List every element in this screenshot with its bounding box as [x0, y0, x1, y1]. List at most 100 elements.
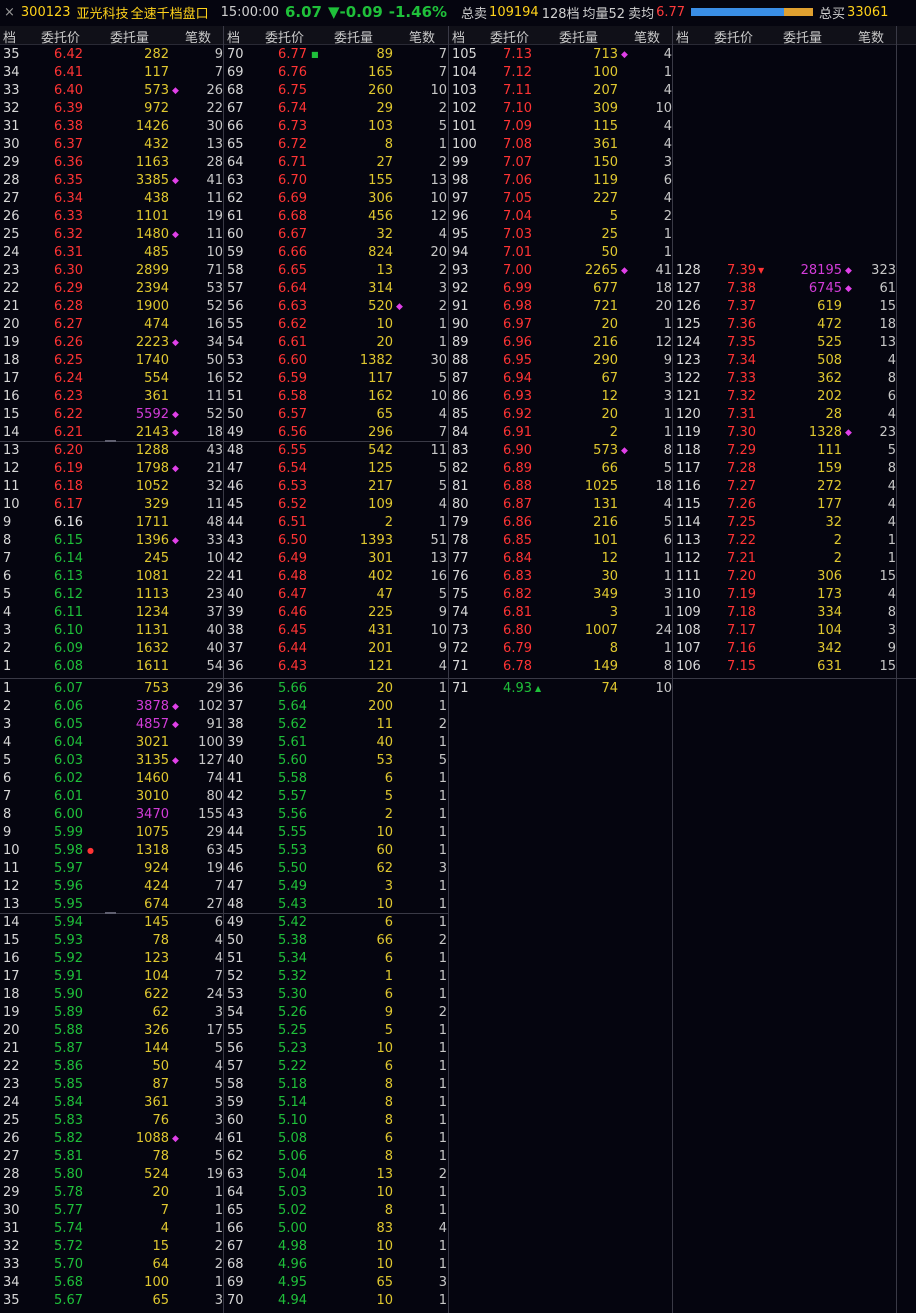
ask-level-row[interactable]: 4 6.11 1234 37 [0, 604, 224, 622]
ask-level-row[interactable]: 82 6.89 66 5 [449, 460, 673, 478]
ask-level-row[interactable]: 3 6.10 1131 40 [0, 622, 224, 640]
ask-level-row[interactable]: 10 6.17 329 11 [0, 496, 224, 514]
ask-level-row[interactable]: 97 7.05 227 4 [449, 190, 673, 208]
ask-level-row[interactable]: 114 7.25 32 4 [673, 514, 897, 532]
ask-level-row[interactable]: 110 7.19 173 4 [673, 586, 897, 604]
bid-level-row[interactable]: 33 5.70 64 2 [0, 1256, 224, 1274]
bid-level-row[interactable]: 23 5.85 87 5 [0, 1076, 224, 1094]
ask-level-row[interactable]: 99 7.07 150 3 [449, 154, 673, 172]
ask-level-row[interactable]: 49 6.56 296 7 [224, 424, 448, 442]
ask-level-row[interactable]: 106 7.15 631 15 [673, 658, 897, 676]
header-level[interactable]: 档 [452, 27, 465, 46]
ask-level-row[interactable]: 65 6.72 8 1 [224, 136, 448, 154]
header-count[interactable]: 笔数 [185, 27, 211, 46]
close-icon[interactable]: × [4, 5, 15, 20]
ask-level-row[interactable]: 21 6.28 1900 52 [0, 298, 224, 316]
ask-level-row[interactable]: 112 7.21 2 1 [673, 550, 897, 568]
ask-level-row[interactable]: 89 6.96 216 12 [449, 334, 673, 352]
bid-level-row[interactable]: 48 5.43 10 1 [224, 896, 448, 914]
ask-level-row[interactable]: 16 6.23 361 11 [0, 388, 224, 406]
bid-level-row[interactable]: 34 5.68 100 1 [0, 1274, 224, 1292]
ask-level-row[interactable]: 22 6.29 2394 53 [0, 280, 224, 298]
bid-level-row[interactable]: 57 5.22 6 1 [224, 1058, 448, 1076]
ask-level-row[interactable]: 124 7.35 525 13 [673, 334, 897, 352]
ask-level-row[interactable]: 2 6.09 1632 40 [0, 640, 224, 658]
header-count[interactable]: 笔数 [634, 27, 660, 46]
bid-level-row[interactable]: 22 5.86 50 4 [0, 1058, 224, 1076]
bid-level-row[interactable]: 68 4.96 10 1 [224, 1256, 448, 1274]
bid-level-row[interactable]: 20 5.88 326 17 [0, 1022, 224, 1040]
ask-level-row[interactable]: 35 6.42 282 9 [0, 46, 224, 64]
ask-level-row[interactable]: 109 7.18 334 8 [673, 604, 897, 622]
bid-level-row[interactable]: 69 4.95 65 3 [224, 1274, 448, 1292]
ask-level-row[interactable]: 45 6.52 109 4 [224, 496, 448, 514]
header-price[interactable]: 委托价 [41, 27, 80, 46]
bid-level-row[interactable]: 64 5.03 10 1 [224, 1184, 448, 1202]
ask-level-row[interactable]: 120 7.31 28 4 [673, 406, 897, 424]
bid-level-row[interactable]: 11 5.97 924 19 [0, 860, 224, 878]
ask-level-row[interactable]: 122 7.33 362 8 [673, 370, 897, 388]
ask-level-row[interactable]: 11 6.18 1052 32 [0, 478, 224, 496]
ask-level-row[interactable]: 50 6.57 65 4 [224, 406, 448, 424]
bid-level-row[interactable]: 70 4.94 10 1 [224, 1292, 448, 1310]
bid-level-row[interactable]: 44 5.55 10 1 [224, 824, 448, 842]
ask-level-row[interactable]: 55 6.62 10 1 [224, 316, 448, 334]
ask-level-row[interactable]: 128 7.39 28195 323 ◆ [673, 262, 897, 280]
ask-level-row[interactable]: 52 6.59 117 5 [224, 370, 448, 388]
bid-level-row[interactable]: 37 5.64 200 1 [224, 698, 448, 716]
ask-level-row[interactable]: 62 6.69 306 10 [224, 190, 448, 208]
ask-level-row[interactable]: 48 6.55 542 11 [224, 442, 448, 460]
bid-level-row[interactable]: 30 5.77 7 1 [0, 1202, 224, 1220]
ask-level-row[interactable]: 33 6.40 573 26 ◆ [0, 82, 224, 100]
ask-level-row[interactable]: 1 6.08 1611 54 [0, 658, 224, 676]
bid-level-row[interactable]: 56 5.23 10 1 [224, 1040, 448, 1058]
header-level[interactable]: 档 [3, 27, 16, 46]
ask-level-row[interactable]: 116 7.27 272 4 [673, 478, 897, 496]
ask-level-row[interactable]: 38 6.45 431 10 [224, 622, 448, 640]
bid-level-row[interactable]: 58 5.18 8 1 [224, 1076, 448, 1094]
ask-level-row[interactable]: 117 7.28 159 8 [673, 460, 897, 478]
header-price[interactable]: 委托价 [714, 27, 753, 46]
header-price[interactable]: 委托价 [490, 27, 529, 46]
bid-level-row[interactable]: 71 4.93 74 10 [449, 680, 673, 698]
ask-level-row[interactable]: 5 6.12 1113 23 [0, 586, 224, 604]
ask-level-row[interactable]: 127 7.38 6745 61 ◆ [673, 280, 897, 298]
ask-level-row[interactable]: 54 6.61 20 1 [224, 334, 448, 352]
ask-level-row[interactable]: 47 6.54 125 5 [224, 460, 448, 478]
ask-level-row[interactable]: 80 6.87 131 4 [449, 496, 673, 514]
header-volume[interactable]: 委托量 [110, 27, 149, 46]
ask-level-row[interactable]: 67 6.74 29 2 [224, 100, 448, 118]
ask-level-row[interactable]: 75 6.82 349 3 [449, 586, 673, 604]
ask-level-row[interactable]: 84 6.91 2 1 [449, 424, 673, 442]
ask-level-row[interactable]: 86 6.93 12 3 [449, 388, 673, 406]
bid-level-row[interactable]: 55 5.25 5 1 [224, 1022, 448, 1040]
ask-level-row[interactable]: 111 7.20 306 15 [673, 568, 897, 586]
ask-level-row[interactable]: 25 6.32 1480 11 ◆ [0, 226, 224, 244]
ask-level-row[interactable]: 17 6.24 554 16 [0, 370, 224, 388]
bid-level-row[interactable]: 24 5.84 361 3 [0, 1094, 224, 1112]
ask-level-row[interactable]: 77 6.84 12 1 [449, 550, 673, 568]
bid-level-row[interactable]: 3 6.05 4857 91 ◆ [0, 716, 224, 734]
ask-level-row[interactable]: 44 6.51 2 1 [224, 514, 448, 532]
bid-level-row[interactable]: 36 5.66 20 1 [224, 680, 448, 698]
ask-level-row[interactable]: 126 7.37 619 15 [673, 298, 897, 316]
bid-level-row[interactable]: 4 6.04 3021 100 [0, 734, 224, 752]
bid-level-row[interactable]: 65 5.02 8 1 [224, 1202, 448, 1220]
header-price[interactable]: 委托价 [265, 27, 304, 46]
ask-level-row[interactable]: 123 7.34 508 4 [673, 352, 897, 370]
bid-level-row[interactable]: 35 5.67 65 3 [0, 1292, 224, 1310]
bid-level-row[interactable]: 39 5.61 40 1 [224, 734, 448, 752]
ask-level-row[interactable]: 46 6.53 217 5 [224, 478, 448, 496]
ask-level-row[interactable]: 70 6.77 89 7 [224, 46, 448, 64]
ask-level-row[interactable]: 69 6.76 165 7 [224, 64, 448, 82]
bid-level-row[interactable]: 25 5.83 76 3 [0, 1112, 224, 1130]
ask-level-row[interactable]: 43 6.50 1393 51 [224, 532, 448, 550]
ask-level-row[interactable]: 83 6.90 573 8 ◆ [449, 442, 673, 460]
ask-level-row[interactable]: 91 6.98 721 20 [449, 298, 673, 316]
ask-level-row[interactable]: 102 7.10 309 10 [449, 100, 673, 118]
ask-level-row[interactable]: 29 6.36 1163 28 [0, 154, 224, 172]
ask-level-row[interactable]: 85 6.92 20 1 [449, 406, 673, 424]
header-level[interactable]: 档 [227, 27, 240, 46]
ask-level-row[interactable]: 56 6.63 520 2 ◆ [224, 298, 448, 316]
bid-level-row[interactable]: 41 5.58 6 1 [224, 770, 448, 788]
